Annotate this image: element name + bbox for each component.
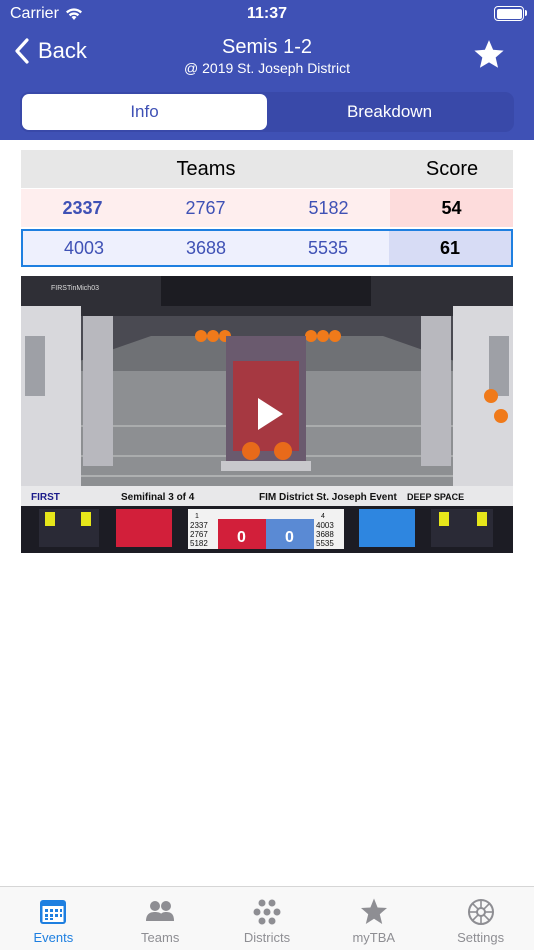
overlay-red-score: 0 (237, 529, 246, 546)
video-thumbnail: FIRST Semifinal 3 of 4 FIM District St. … (21, 276, 513, 553)
gear-icon (467, 899, 494, 925)
tab-mytba[interactable]: myTBA (320, 887, 427, 950)
calendar-icon (40, 900, 67, 924)
game-logo: DEEP SPACE (407, 492, 464, 502)
segment-breakdown[interactable]: Breakdown (267, 94, 512, 130)
overlay-red-team-3: 5182 (190, 539, 208, 548)
blue-team-3[interactable]: 5535 (267, 238, 389, 259)
tab-bar: Events Teams Districts myTBA Settings (0, 886, 534, 950)
tab-districts[interactable]: Districts (214, 887, 321, 950)
overlay-blue-score: 0 (285, 529, 294, 546)
overlay-red-team-2: 2767 (190, 530, 208, 539)
blue-score: 61 (389, 231, 511, 265)
blue-team-1[interactable]: 4003 (23, 238, 145, 259)
page-subtitle: @ 2019 St. Joseph District (184, 60, 350, 76)
red-team-3[interactable]: 5182 (267, 198, 390, 219)
red-team-2[interactable]: 2767 (144, 198, 267, 219)
tab-teams-label: Teams (141, 930, 180, 945)
event-label: FIM District St. Joseph Event (259, 492, 397, 503)
score-header: Score (425, 157, 479, 180)
blue-team-2[interactable]: 3688 (145, 238, 267, 259)
battery-icon (494, 6, 527, 21)
overlay-blue-seed: 4 (321, 513, 325, 520)
teams-header: Teams (176, 157, 236, 180)
channel-name: FIRSTinMich03 (51, 285, 99, 292)
overlay-red-team-1: 2337 (190, 521, 208, 530)
red-score: 54 (390, 189, 513, 227)
dots-cluster-icon (253, 899, 281, 925)
red-team-1[interactable]: 2337 (21, 198, 144, 219)
nav-bar: Back Semis 1-2 @ 2019 St. Joseph Distric… (0, 28, 534, 84)
match-label: Semifinal 3 of 4 (121, 492, 195, 503)
tab-districts-label: Districts (243, 930, 291, 945)
overlay-red-seed: 1 (195, 513, 199, 520)
first-logo: FIRST (31, 492, 60, 503)
match-score-table: Teams Score 2337 2767 5182 54 4003 3688 … (21, 150, 513, 267)
status-bar: Carrier 11:37 (0, 0, 534, 28)
page-title: Semis 1-2 (221, 36, 313, 58)
tab-mytba-label: myTBA (352, 930, 396, 945)
overlay-blue-team-3: 5535 (316, 539, 334, 548)
tab-teams[interactable]: Teams (107, 887, 214, 950)
red-alliance-row: 2337 2767 5182 54 (21, 189, 513, 227)
overlay-blue-team-1: 4003 (316, 521, 334, 530)
navigation-header: Carrier 11:37 Back Semis 1-2 @ 2019 St. … (0, 0, 534, 140)
people-icon (146, 901, 175, 921)
favorite-star-button[interactable] (472, 38, 506, 72)
match-video-player[interactable]: FIRST Semifinal 3 of 4 FIM District St. … (21, 276, 513, 553)
tab-settings[interactable]: Settings (427, 887, 534, 950)
tab-events-label: Events (33, 930, 74, 945)
tab-events[interactable]: Events (0, 887, 107, 950)
blue-alliance-row: 4003 3688 5535 61 (21, 229, 513, 267)
tab-settings-label: Settings (457, 930, 505, 945)
segmented-control: Info Breakdown (20, 92, 514, 132)
segment-info[interactable]: Info (22, 94, 267, 130)
table-header: Teams Score (21, 150, 513, 188)
star-icon (360, 898, 387, 924)
overlay-blue-team-2: 3688 (316, 530, 334, 539)
clock: 11:37 (246, 5, 288, 22)
